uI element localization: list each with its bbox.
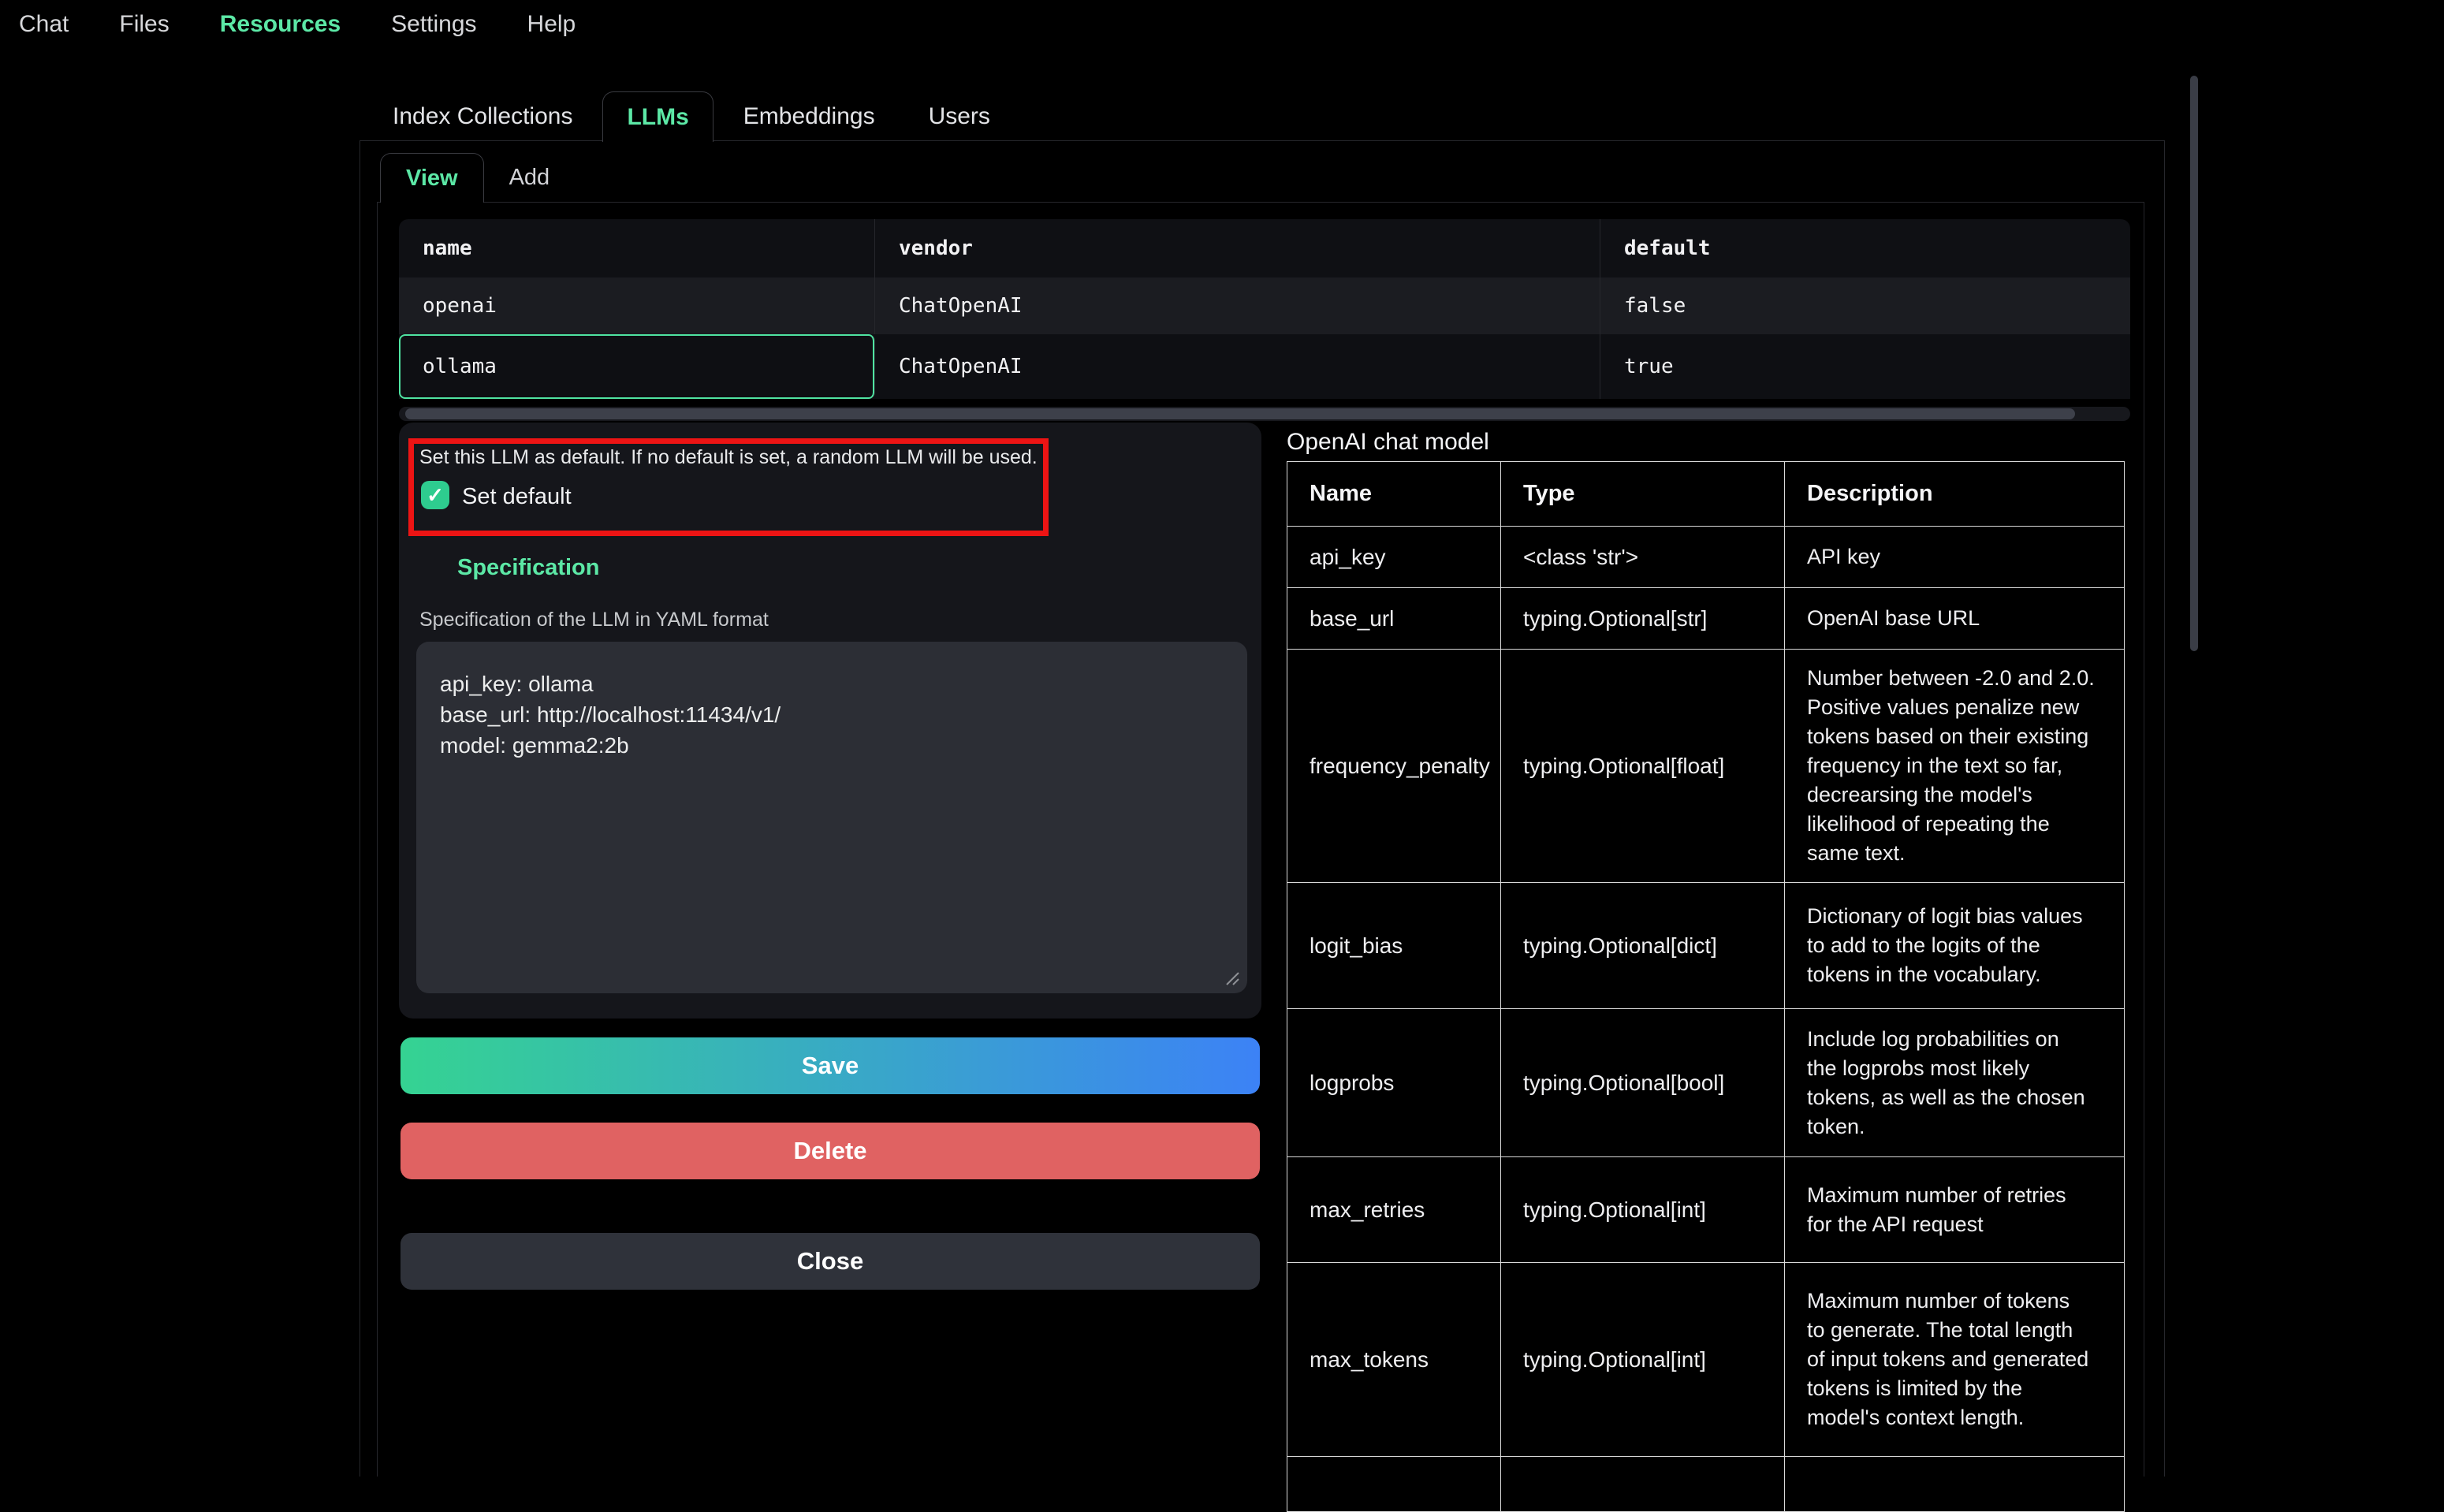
nav-item-resources[interactable]: Resources [220,11,341,38]
param-type: typing.Optional[str] [1501,588,1785,650]
schema-col-description: Description [1785,462,2125,527]
cell-default[interactable]: false [1600,277,2130,334]
tab-index-collections[interactable]: Index Collections [369,91,596,142]
yaml-editor-wrap: api_key: ollama base_url: http://localho… [416,642,1247,993]
param-description: Maximum number of tokens to generate. Th… [1785,1263,2125,1457]
table-row: max_tokens typing.Optional[int] Maximum … [1287,1263,2125,1457]
nav-item-files[interactable]: Files [119,11,169,38]
param-name: logit_bias [1287,883,1501,1009]
red-highlight-annotation [408,438,1049,536]
param-type: typing.Optional[int] [1501,1263,1785,1457]
schema-col-name: Name [1287,462,1501,527]
param-type [1501,1457,1785,1512]
model-schema-table: Name Type Description api_key <class 'st… [1287,461,2125,1512]
specification-sublabel: Specification of the LLM in YAML format [419,609,769,631]
cell-default[interactable]: true [1600,334,2130,399]
delete-button[interactable]: Delete [401,1123,1260,1179]
resources-tabs: Index Collections LLMs Embeddings Users [369,91,1014,142]
yaml-spec-input[interactable]: api_key: ollama base_url: http://localho… [416,642,1247,993]
param-description: Dictionary of logit bias values to add t… [1785,883,2125,1009]
tab-embeddings[interactable]: Embeddings [720,91,899,142]
nav-item-help[interactable]: Help [527,11,576,38]
subtab-add[interactable]: Add [484,153,576,203]
cell-vendor[interactable]: ChatOpenAI [875,334,1600,399]
param-name [1287,1457,1501,1512]
llms-subtabs: View Add [380,153,575,203]
param-type: typing.Optional[int] [1501,1157,1785,1263]
top-nav: Chat Files Resources Settings Help [0,0,2444,49]
cell-name-selected[interactable]: ollama [399,334,875,399]
llm-col-header-vendor: vendor [875,219,1600,277]
llm-col-header-default: default [1600,219,2130,277]
param-name: max_retries [1287,1157,1501,1263]
param-description: Number between -2.0 and 2.0. Positive va… [1785,650,2125,883]
app-window: { "nav": { "items": ["Chat", "Files", "R… [0,0,2444,1476]
tab-users[interactable]: Users [905,91,1014,142]
param-type: typing.Optional[bool] [1501,1009,1785,1157]
table-row: base_url typing.Optional[str] OpenAI bas… [1287,588,2125,650]
llm-table-header-row: name vendor default [399,219,2130,277]
table-row: api_key <class 'str'> API key [1287,527,2125,588]
param-description: OpenAI base URL [1785,588,2125,650]
table-row-partial [1287,1457,2125,1512]
param-name: logprobs [1287,1009,1501,1157]
vertical-scrollbar-thumb[interactable] [2190,76,2198,651]
param-name: max_tokens [1287,1263,1501,1457]
param-description: Maximum number of retries for the API re… [1785,1157,2125,1263]
cell-name[interactable]: openai [399,277,875,334]
llm-list-table: name vendor default openai ChatOpenAI fa… [399,219,2130,399]
param-description [1785,1457,2125,1512]
llm-col-header-name: name [399,219,875,277]
param-description: API key [1785,527,2125,588]
param-type: typing.Optional[dict] [1501,883,1785,1009]
tab-llms[interactable]: LLMs [602,91,713,142]
param-type: typing.Optional[float] [1501,650,1785,883]
close-button[interactable]: Close [401,1233,1260,1290]
save-button[interactable]: Save [401,1037,1260,1094]
table-row: logprobs typing.Optional[bool] Include l… [1287,1009,2125,1157]
param-description: Include log probabilities on the logprob… [1785,1009,2125,1157]
table-row: logit_bias typing.Optional[dict] Diction… [1287,883,2125,1009]
param-name: api_key [1287,527,1501,588]
model-schema-title: OpenAI chat model [1287,429,1489,456]
schema-col-type: Type [1501,462,1785,527]
schema-header-row: Name Type Description [1287,462,2125,527]
param-name: frequency_penalty [1287,650,1501,883]
nav-item-settings[interactable]: Settings [391,11,476,38]
table-row-ollama[interactable]: ollama ChatOpenAI true [399,334,2130,399]
param-name: base_url [1287,588,1501,650]
cell-vendor[interactable]: ChatOpenAI [875,277,1600,334]
table-row: max_retries typing.Optional[int] Maximum… [1287,1157,2125,1263]
resize-handle-icon[interactable] [1224,970,1239,985]
param-type: <class 'str'> [1501,527,1785,588]
specification-heading: Specification [457,555,600,581]
horizontal-scrollbar-thumb[interactable] [405,408,2075,419]
table-row-openai[interactable]: openai ChatOpenAI false [399,277,2130,334]
nav-item-chat[interactable]: Chat [19,11,69,38]
subtab-view[interactable]: View [380,153,484,203]
table-row: frequency_penalty typing.Optional[float]… [1287,650,2125,883]
